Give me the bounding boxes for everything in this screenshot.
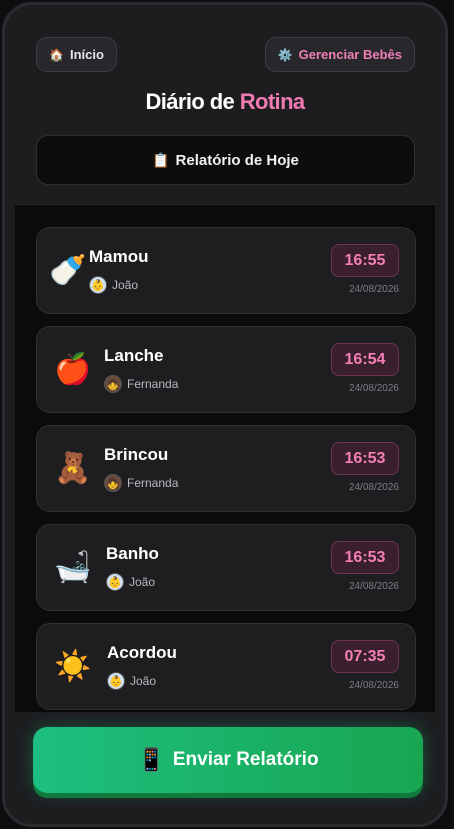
report-heading-label: Relatório de Hoje [175,151,299,169]
list-item[interactable]: 🧸 Brincou 👧 Fernanda 16:53 24/08/2026 [36,425,416,512]
clipboard-icon: 📋 [152,152,170,168]
sun-icon: ☀️ [54,650,92,683]
list-item[interactable]: 🍎 Lanche 👧 Fernanda 16:54 24/08/2026 [36,326,416,413]
entry-person: 👶 João [106,573,155,591]
list-item[interactable]: ☀️ Acordou 👶 João 07:35 24/08/2026 [36,623,416,710]
entry-person: 👧 Fernanda [104,474,178,492]
entry-label: Mamou [89,247,149,266]
title-accent: Rotina [239,89,305,114]
send-report-button[interactable]: 📱 Enviar Relatório [33,727,423,793]
entry-date: 24/08/2026 [348,482,399,493]
entry-person-name: Fernanda [127,377,179,391]
avatar: 👧 [104,375,122,393]
entry-label: Brincou [104,445,169,464]
time-badge: 16:53 [331,442,399,475]
entry-label: Lanche [104,346,164,365]
house-icon: 🏠 [49,47,64,62]
avatar: 👧 [104,474,122,492]
entry-person: 👶 João [107,672,156,690]
avatar: 👶 [89,276,107,294]
apple-icon: 🍎 [54,353,92,386]
entry-label: Acordou [107,643,177,662]
avatar: 👶 [107,672,125,690]
home-button-label: Início [69,47,104,62]
time-badge: 16:55 [331,244,399,277]
time-badge: 07:35 [331,640,399,673]
entry-person-name: Fernanda [127,476,179,490]
entry-date: 24/08/2026 [348,284,399,295]
entry-person: 👶 João [89,276,138,294]
manage-babies-button[interactable]: ⚙️ Gerenciar Bebês [264,37,415,72]
entry-person: 👧 Fernanda [104,375,178,393]
entry-list[interactable]: 🍼 Mamou 👶 João 16:55 24/08/2026 🍎 Lanche… [15,204,435,712]
time-badge: 16:54 [331,343,399,376]
list-item[interactable]: 🍼 Mamou 👶 João 16:55 24/08/2026 [36,227,416,314]
manage-babies-label: Gerenciar Bebês [298,47,402,62]
entry-date: 24/08/2026 [348,383,399,394]
send-report-label: Enviar Relatório [172,749,319,770]
entry-person-name: João [130,674,157,688]
app-frame: 🏠 Início ⚙️ Gerenciar Bebês Diário de Ro… [2,2,448,827]
time-badge: 16:53 [331,541,399,574]
page-title: Diário de Rotina [5,89,445,115]
entry-date: 24/08/2026 [348,680,399,691]
entry-person-name: João [129,575,156,589]
entry-date: 24/08/2026 [348,581,399,592]
entry-label: Banho [106,544,159,563]
baby-bottle-icon: 🍼 [49,254,87,287]
home-button[interactable]: 🏠 Início [36,37,117,72]
title-main: Diário de [145,89,235,114]
teddy-bear-icon: 🧸 [54,452,92,485]
mobile-phone-icon: 📱 [137,747,165,772]
list-item[interactable]: 🛁 Banho 👶 João 16:53 24/08/2026 [36,524,416,611]
bathtub-icon: 🛁 [54,551,92,584]
avatar: 👶 [106,573,124,591]
report-heading: 📋 Relatório de Hoje [36,135,415,185]
gear-icon: ⚙️ [277,47,293,62]
entry-person-name: João [112,278,139,292]
